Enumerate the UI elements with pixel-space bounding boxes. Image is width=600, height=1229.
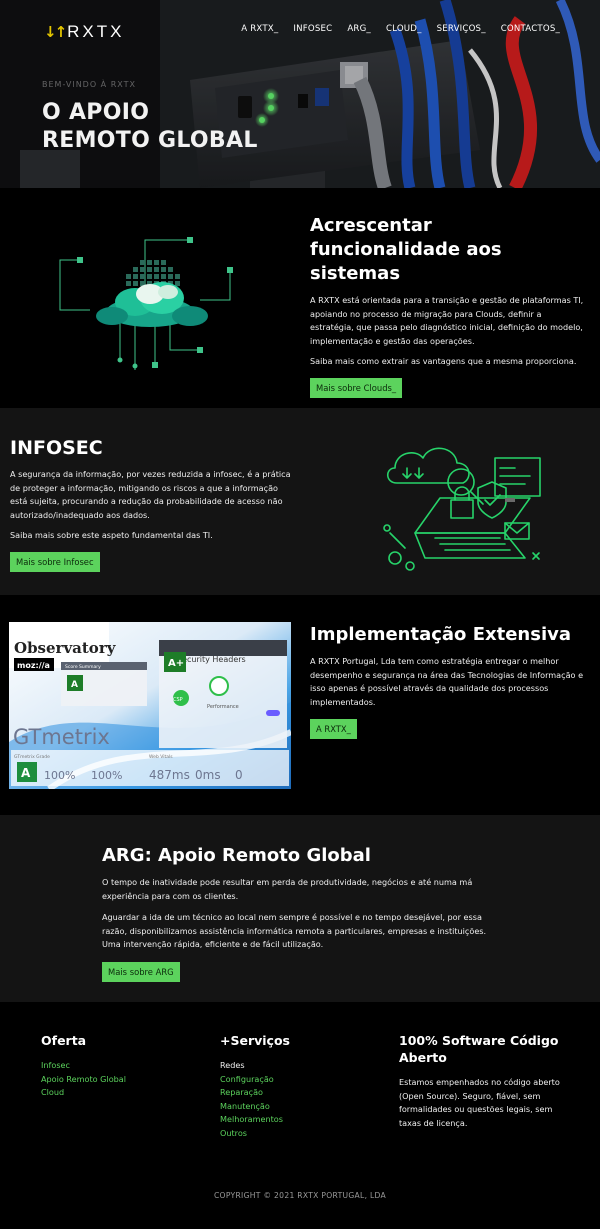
collage-gtmetrix: GTmetrix <box>13 725 110 749</box>
implementacao-body: A RXTX Portugal, Lda tem como estratégia… <box>310 656 584 707</box>
footer-opensource: 100% Software Código Aberto Estamos empe… <box>399 1032 569 1130</box>
nav-link-arg[interactable]: ARG_ <box>347 24 371 34</box>
footer-item-redes: Redes <box>220 1060 245 1070</box>
collage-cls: 0 <box>235 768 243 782</box>
main-nav: A RXTX_ INFOSEC ARG_ CLOUD_ SERVIÇOS_ CO… <box>241 24 560 34</box>
nav-link-infosec[interactable]: INFOSEC <box>293 24 332 34</box>
footer-servicos-title: +Serviços <box>220 1033 290 1048</box>
arg-text: ARG: Apoio Remoto Global O tempo de inat… <box>102 845 492 982</box>
footer-opensource-body: Estamos empenhados no código aberto (Ope… <box>399 1077 560 1128</box>
nav-link-rxtx[interactable]: A RXTX_ <box>241 24 278 34</box>
nav-link-cloud[interactable]: CLOUD_ <box>386 24 422 34</box>
page: ↓↑ RXTX A RXTX_ INFOSEC ARG_ CLOUD_ SERV… <box>0 0 600 1229</box>
arg-body-1: O tempo de inatividade pode resultar em … <box>102 877 473 901</box>
infosec-button[interactable]: Mais sobre Infosec <box>10 551 100 572</box>
infosec-section: INFOSEC A segurança da informação, por v… <box>0 408 600 595</box>
collage-grade-a-plus: A+ <box>168 658 184 669</box>
hero-banner: ↓↑ RXTX A RXTX_ INFOSEC ARG_ CLOUD_ SERV… <box>0 0 600 188</box>
collage-lcp: 487ms <box>149 768 190 782</box>
implementacao-title: Implementação Extensiva <box>310 624 571 645</box>
infosec-title: INFOSEC <box>10 437 103 459</box>
footer-opensource-title: 100% Software Código Aberto <box>399 1033 559 1065</box>
collage-grade-letter: A <box>21 766 31 780</box>
footer-link-cloud[interactable]: Cloud <box>41 1086 191 1100</box>
collage-perf-value: 100% <box>44 769 75 782</box>
footer-link-manutencao[interactable]: Manutenção <box>220 1100 370 1114</box>
collage-gtmetrix-grade: GTmetrix Grade <box>14 754 50 760</box>
cloud-body: A RXTX está orientada para a transição e… <box>310 295 584 346</box>
arg-title: ARG: Apoio Remoto Global <box>102 845 371 866</box>
footer-link-melhoramentos[interactable]: Melhoramentos <box>220 1113 370 1127</box>
footer-oferta-list: Infosec Apoio Remoto Global Cloud <box>41 1059 191 1100</box>
nav-link-contactos[interactable]: CONTACTOS_ <box>501 24 560 34</box>
cloud-title: Acrescentar funcionalidade aos sistemas <box>310 215 502 284</box>
cloud-note: Saiba mais como extrair as vantagens que… <box>310 356 577 366</box>
collage-csp: CSP <box>173 697 183 703</box>
implementacao-section: Security Headers A+ CSP Performance Obse… <box>0 595 600 815</box>
footer-link-configuracao[interactable]: Configuração <box>220 1073 370 1087</box>
footer-link-outros[interactable]: Outros <box>220 1127 370 1141</box>
footer-servicos: +Serviços Redes Configuração Reparação M… <box>220 1032 370 1141</box>
collage-structure-value: 100% <box>91 769 122 782</box>
cloud-circuit-illustration <box>59 237 233 370</box>
cloud-section: Acrescentar funcionalidade aos sistemas … <box>0 188 600 408</box>
hero-kicker: BEM-VINDO À RXTX <box>42 80 136 89</box>
footer: Oferta Infosec Apoio Remoto Global Cloud… <box>0 1002 600 1229</box>
collage-score-summary: Score Summary <box>65 664 101 670</box>
cloud-text: Acrescentar funcionalidade aos sistemas … <box>310 214 585 398</box>
nav-link-servicos[interactable]: SERVIÇOS_ <box>437 24 486 34</box>
footer-link-arg[interactable]: Apoio Remoto Global <box>41 1073 191 1087</box>
scores-collage-image: Security Headers A+ CSP Performance Obse… <box>9 622 293 792</box>
security-scores-collage: Security Headers A+ CSP Performance Obse… <box>9 622 293 792</box>
collage-performance: Performance <box>207 704 239 710</box>
rxtx-button[interactable]: A RXTX_ <box>310 719 357 739</box>
implementacao-text: Implementação Extensiva A RXTX Portugal,… <box>310 623 585 739</box>
footer-link-infosec[interactable]: Infosec <box>41 1059 191 1073</box>
arg-section: ARG: Apoio Remoto Global O tempo de inat… <box>0 815 600 1002</box>
collage-security-headers: Security Headers <box>177 655 246 664</box>
footer-link-reparacao[interactable]: Reparação <box>220 1086 370 1100</box>
hero-title-line2: REMOTO GLOBAL <box>42 128 258 153</box>
collage-observatory: Observatory <box>14 639 117 657</box>
infosec-text: INFOSEC A segurança da informação, por v… <box>10 436 295 572</box>
logo[interactable]: ↓↑ RXTX <box>44 22 124 42</box>
collage-mozilla: moz://a <box>17 661 50 670</box>
arg-body-2: Aguardar a ida de um técnico ao local ne… <box>102 912 487 949</box>
collage-grade-a: A <box>71 680 78 690</box>
copyright: COPYRIGHT © 2021 RXTX PORTUGAL, LDA <box>213 1191 387 1200</box>
security-laptop-illustration <box>383 447 541 571</box>
infosec-note: Saiba mais sobre este aspeto fundamental… <box>10 530 213 540</box>
logo-arrows-icon: ↓↑ <box>44 23 67 41</box>
infosec-body: A segurança da informação, por vezes red… <box>10 469 291 520</box>
arg-button[interactable]: Mais sobre ARG <box>102 961 180 982</box>
logo-text: RXTX <box>67 22 125 41</box>
hero-title-line1: O APOIO <box>42 100 150 125</box>
footer-oferta: Oferta Infosec Apoio Remoto Global Cloud <box>41 1032 191 1100</box>
collage-web-vitals: Web Vitals <box>149 754 173 760</box>
hero-title: O APOIO REMOTO GLOBAL <box>42 99 258 155</box>
footer-servicos-list: Redes Configuração Reparação Manutenção … <box>220 1059 370 1141</box>
collage-tbt: 0ms <box>195 768 221 782</box>
clouds-button[interactable]: Mais sobre Clouds_ <box>310 377 403 398</box>
footer-oferta-title: Oferta <box>41 1033 87 1048</box>
